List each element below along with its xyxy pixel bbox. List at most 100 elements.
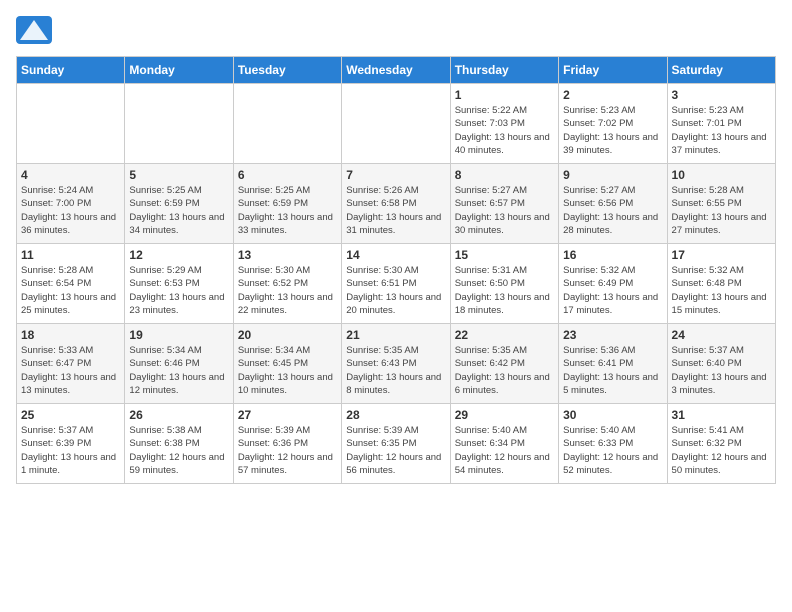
day-number: 4 bbox=[21, 168, 120, 182]
day-number: 31 bbox=[672, 408, 771, 422]
week-row-5: 25 Sunrise: 5:37 AMSunset: 6:39 PMDayligh… bbox=[17, 404, 776, 484]
day-info: Sunrise: 5:27 AMSunset: 6:57 PMDaylight:… bbox=[455, 184, 554, 237]
day-info: Sunrise: 5:24 AMSunset: 7:00 PMDaylight:… bbox=[21, 184, 120, 237]
header-sunday: Sunday bbox=[17, 57, 125, 84]
day-info: Sunrise: 5:37 AMSunset: 6:39 PMDaylight:… bbox=[21, 424, 120, 477]
calendar-cell: 20 Sunrise: 5:34 AMSunset: 6:45 PMDayligh… bbox=[233, 324, 341, 404]
day-number: 30 bbox=[563, 408, 662, 422]
calendar-cell: 18Sunrise: 5:33 AMSunset: 6:47 PMDayligh… bbox=[17, 324, 125, 404]
calendar-cell: 11Sunrise: 5:28 AMSunset: 6:54 PMDayligh… bbox=[17, 244, 125, 324]
day-info: Sunrise: 5:25 AMSunset: 6:59 PMDaylight:… bbox=[129, 184, 228, 237]
day-number: 6 bbox=[238, 168, 337, 182]
day-number: 14 bbox=[346, 248, 445, 262]
calendar-cell: 13 Sunrise: 5:30 AMSunset: 6:52 PMDayligh… bbox=[233, 244, 341, 324]
calendar-cell: 29Sunrise: 5:40 AMSunset: 6:34 PMDayligh… bbox=[450, 404, 558, 484]
calendar-cell: 6 Sunrise: 5:25 AMSunset: 6:59 PMDaylight… bbox=[233, 164, 341, 244]
day-number: 11 bbox=[21, 248, 120, 262]
day-info: Sunrise: 5:25 AMSunset: 6:59 PMDaylight:… bbox=[238, 184, 337, 237]
calendar-cell bbox=[342, 84, 450, 164]
calendar-cell: 5 Sunrise: 5:25 AMSunset: 6:59 PMDaylight… bbox=[125, 164, 233, 244]
week-row-1: 1 Sunrise: 5:22 AMSunset: 7:03 PMDaylight… bbox=[17, 84, 776, 164]
calendar-cell: 28 Sunrise: 5:39 AMSunset: 6:35 PMDayligh… bbox=[342, 404, 450, 484]
calendar-cell: 14 Sunrise: 5:30 AMSunset: 6:51 PMDayligh… bbox=[342, 244, 450, 324]
day-number: 24 bbox=[672, 328, 771, 342]
day-info: Sunrise: 5:38 AMSunset: 6:38 PMDaylight:… bbox=[129, 424, 228, 477]
day-number: 29 bbox=[455, 408, 554, 422]
calendar-cell: 12 Sunrise: 5:29 AMSunset: 6:53 PMDayligh… bbox=[125, 244, 233, 324]
header-saturday: Saturday bbox=[667, 57, 775, 84]
day-info: Sunrise: 5:28 AMSunset: 6:55 PMDaylight:… bbox=[672, 184, 771, 237]
day-info: Sunrise: 5:23 AMSunset: 7:02 PMDaylight:… bbox=[563, 104, 662, 157]
header-friday: Friday bbox=[559, 57, 667, 84]
day-info: Sunrise: 5:30 AMSunset: 6:52 PMDaylight:… bbox=[238, 264, 337, 317]
day-info: Sunrise: 5:22 AMSunset: 7:03 PMDaylight:… bbox=[455, 104, 554, 157]
calendar-cell: 15 Sunrise: 5:31 AMSunset: 6:50 PMDayligh… bbox=[450, 244, 558, 324]
calendar-cell: 24 Sunrise: 5:37 AMSunset: 6:40 PMDayligh… bbox=[667, 324, 775, 404]
calendar-cell: 9 Sunrise: 5:27 AMSunset: 6:56 PMDaylight… bbox=[559, 164, 667, 244]
calendar-table: SundayMondayTuesdayWednesdayThursdayFrid… bbox=[16, 56, 776, 484]
day-number: 5 bbox=[129, 168, 228, 182]
day-number: 16 bbox=[563, 248, 662, 262]
calendar-cell: 7 Sunrise: 5:26 AMSunset: 6:58 PMDaylight… bbox=[342, 164, 450, 244]
logo-icon bbox=[16, 16, 52, 44]
day-info: Sunrise: 5:37 AMSunset: 6:40 PMDaylight:… bbox=[672, 344, 771, 397]
day-info: Sunrise: 5:34 AMSunset: 6:45 PMDaylight:… bbox=[238, 344, 337, 397]
week-row-3: 11Sunrise: 5:28 AMSunset: 6:54 PMDayligh… bbox=[17, 244, 776, 324]
calendar-cell: 19Sunrise: 5:34 AMSunset: 6:46 PMDayligh… bbox=[125, 324, 233, 404]
day-number: 23 bbox=[563, 328, 662, 342]
day-number: 13 bbox=[238, 248, 337, 262]
calendar-cell: 2 Sunrise: 5:23 AMSunset: 7:02 PMDaylight… bbox=[559, 84, 667, 164]
day-info: Sunrise: 5:34 AMSunset: 6:46 PMDaylight:… bbox=[129, 344, 228, 397]
calendar-cell: 1 Sunrise: 5:22 AMSunset: 7:03 PMDaylight… bbox=[450, 84, 558, 164]
day-number: 28 bbox=[346, 408, 445, 422]
day-info: Sunrise: 5:33 AMSunset: 6:47 PMDaylight:… bbox=[21, 344, 120, 397]
day-info: Sunrise: 5:31 AMSunset: 6:50 PMDaylight:… bbox=[455, 264, 554, 317]
day-info: Sunrise: 5:41 AMSunset: 6:32 PMDaylight:… bbox=[672, 424, 771, 477]
day-number: 9 bbox=[563, 168, 662, 182]
day-info: Sunrise: 5:27 AMSunset: 6:56 PMDaylight:… bbox=[563, 184, 662, 237]
day-number: 27 bbox=[238, 408, 337, 422]
calendar-cell: 10 Sunrise: 5:28 AMSunset: 6:55 PMDayligh… bbox=[667, 164, 775, 244]
calendar-cell: 4 Sunrise: 5:24 AMSunset: 7:00 PMDaylight… bbox=[17, 164, 125, 244]
logo bbox=[16, 16, 56, 44]
week-row-2: 4 Sunrise: 5:24 AMSunset: 7:00 PMDaylight… bbox=[17, 164, 776, 244]
day-info: Sunrise: 5:40 AMSunset: 6:33 PMDaylight:… bbox=[563, 424, 662, 477]
calendar-cell bbox=[125, 84, 233, 164]
calendar-cell: 16 Sunrise: 5:32 AMSunset: 6:49 PMDayligh… bbox=[559, 244, 667, 324]
day-number: 22 bbox=[455, 328, 554, 342]
calendar-cell bbox=[233, 84, 341, 164]
day-info: Sunrise: 5:39 AMSunset: 6:35 PMDaylight:… bbox=[346, 424, 445, 477]
day-info: Sunrise: 5:30 AMSunset: 6:51 PMDaylight:… bbox=[346, 264, 445, 317]
calendar-cell: 30 Sunrise: 5:40 AMSunset: 6:33 PMDayligh… bbox=[559, 404, 667, 484]
week-row-4: 18Sunrise: 5:33 AMSunset: 6:47 PMDayligh… bbox=[17, 324, 776, 404]
calendar-cell: 25 Sunrise: 5:37 AMSunset: 6:39 PMDayligh… bbox=[17, 404, 125, 484]
day-number: 1 bbox=[455, 88, 554, 102]
day-number: 26 bbox=[129, 408, 228, 422]
day-number: 20 bbox=[238, 328, 337, 342]
calendar-cell: 8 Sunrise: 5:27 AMSunset: 6:57 PMDaylight… bbox=[450, 164, 558, 244]
day-info: Sunrise: 5:35 AMSunset: 6:43 PMDaylight:… bbox=[346, 344, 445, 397]
day-number: 8 bbox=[455, 168, 554, 182]
day-info: Sunrise: 5:32 AMSunset: 6:49 PMDaylight:… bbox=[563, 264, 662, 317]
calendar-cell: 31 Sunrise: 5:41 AMSunset: 6:32 PMDayligh… bbox=[667, 404, 775, 484]
day-info: Sunrise: 5:29 AMSunset: 6:53 PMDaylight:… bbox=[129, 264, 228, 317]
calendar-cell: 21 Sunrise: 5:35 AMSunset: 6:43 PMDayligh… bbox=[342, 324, 450, 404]
day-info: Sunrise: 5:32 AMSunset: 6:48 PMDaylight:… bbox=[672, 264, 771, 317]
header-monday: Monday bbox=[125, 57, 233, 84]
day-number: 15 bbox=[455, 248, 554, 262]
day-number: 21 bbox=[346, 328, 445, 342]
day-info: Sunrise: 5:23 AMSunset: 7:01 PMDaylight:… bbox=[672, 104, 771, 157]
day-info: Sunrise: 5:39 AMSunset: 6:36 PMDaylight:… bbox=[238, 424, 337, 477]
day-number: 12 bbox=[129, 248, 228, 262]
day-number: 10 bbox=[672, 168, 771, 182]
header-thursday: Thursday bbox=[450, 57, 558, 84]
header-tuesday: Tuesday bbox=[233, 57, 341, 84]
day-info: Sunrise: 5:26 AMSunset: 6:58 PMDaylight:… bbox=[346, 184, 445, 237]
day-number: 7 bbox=[346, 168, 445, 182]
calendar-cell: 26 Sunrise: 5:38 AMSunset: 6:38 PMDayligh… bbox=[125, 404, 233, 484]
day-number: 3 bbox=[672, 88, 771, 102]
day-number: 2 bbox=[563, 88, 662, 102]
day-number: 25 bbox=[21, 408, 120, 422]
calendar-cell bbox=[17, 84, 125, 164]
page-header bbox=[16, 16, 776, 44]
